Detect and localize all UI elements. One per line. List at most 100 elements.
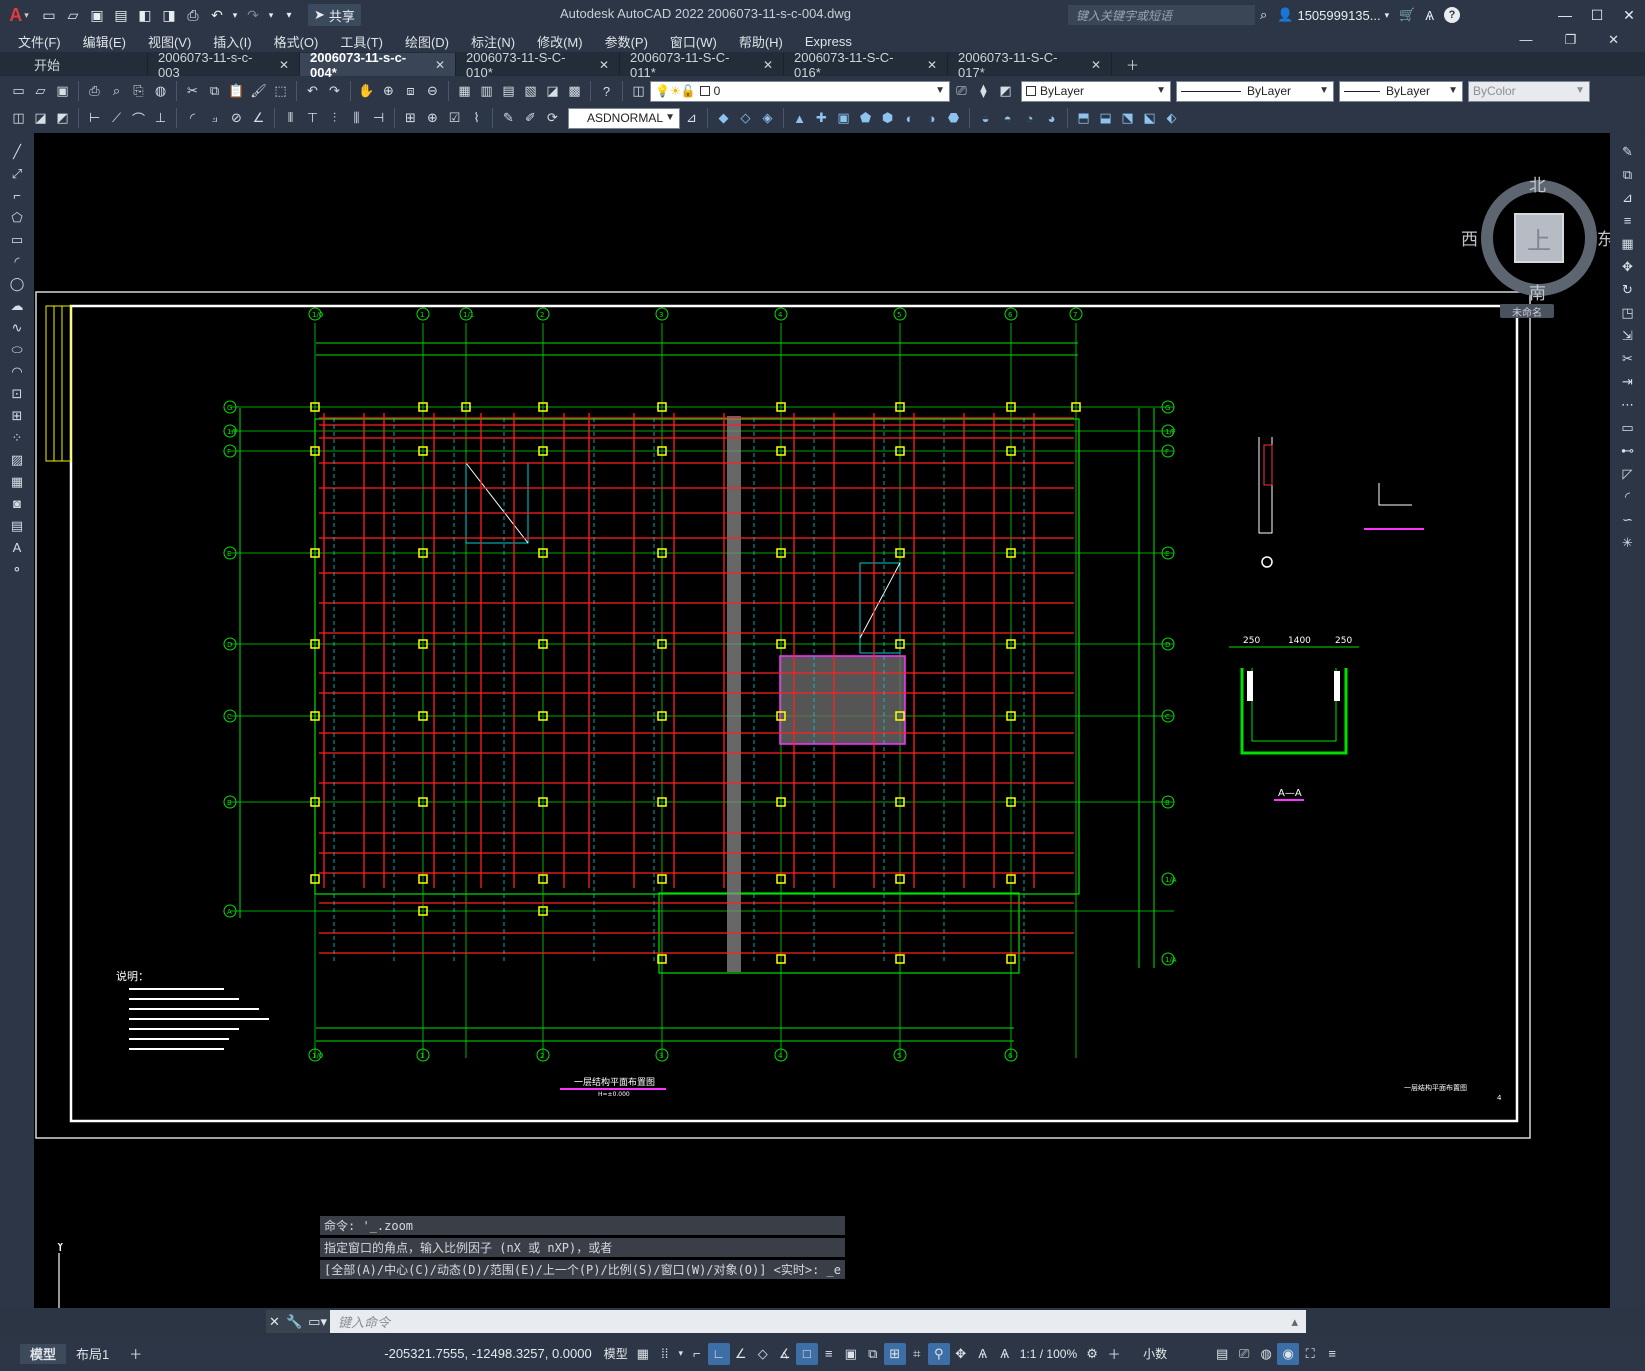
doc-minimize-icon[interactable]: —: [1519, 32, 1532, 48]
menu-file[interactable]: 文件(F): [18, 32, 61, 51]
selection-cycling-icon[interactable]: ⧉: [862, 1343, 884, 1365]
ordinate-dim-icon[interactable]: ⊥: [150, 108, 171, 129]
publish-icon[interactable]: ⎘: [128, 81, 149, 102]
linetype-dropdown[interactable]: ByLayer ▼: [1176, 80, 1334, 102]
continue-dim-icon[interactable]: ⫶: [324, 108, 345, 129]
chamfer-icon[interactable]: ◸: [1618, 465, 1638, 482]
mtext-icon[interactable]: A: [7, 539, 27, 556]
array-icon[interactable]: ▦: [1618, 235, 1638, 252]
move-icon[interactable]: ✥: [1618, 258, 1638, 275]
object-snap-tracking-icon[interactable]: ∡: [774, 1343, 796, 1365]
zoom-realtime-icon[interactable]: ⊕: [378, 81, 399, 102]
undo-icon[interactable]: ↶: [302, 81, 323, 102]
minimize-icon[interactable]: —: [1549, 0, 1581, 30]
fillet-icon[interactable]: ◜: [1618, 488, 1638, 505]
modify-icon[interactable]: ⬔: [1117, 108, 1138, 129]
dim-style-icon[interactable]: ⊿: [681, 108, 702, 129]
modify-icon[interactable]: ⬓: [1095, 108, 1116, 129]
customize-qat-icon[interactable]: ▾: [278, 4, 300, 26]
zoom-window-icon[interactable]: ⧈: [400, 81, 421, 102]
layer-properties-icon[interactable]: ◫: [628, 81, 649, 102]
clean-screen-icon[interactable]: ⛶: [1299, 1343, 1321, 1365]
viewcube-north[interactable]: 北: [1529, 171, 1546, 196]
help-icon[interactable]: ?: [596, 81, 617, 102]
user-account-button[interactable]: 👤 1505999135... ▾: [1277, 7, 1389, 23]
selection-filter-icon[interactable]: ⚲: [927, 1342, 950, 1365]
tab-start[interactable]: 开始: [0, 53, 148, 76]
undo-dropdown-icon[interactable]: ▾: [230, 4, 240, 26]
command-expand-icon[interactable]: ▴: [1291, 1314, 1306, 1330]
spline-icon[interactable]: ∿: [7, 319, 27, 336]
modify-icon[interactable]: ⬣: [943, 108, 964, 129]
units-dropdown[interactable]: 小数: [1139, 1345, 1171, 1362]
point-icon[interactable]: ⁘: [7, 429, 27, 446]
hatch-icon[interactable]: ▨: [7, 451, 27, 468]
radius-dim-icon[interactable]: ◜: [182, 108, 203, 129]
doc-restore-icon[interactable]: ❐: [1564, 32, 1576, 48]
plotstyle-dropdown[interactable]: ByColor ▼: [1468, 80, 1590, 102]
tab-file-003[interactable]: 2006073-11-s-c-003 ✕: [148, 50, 300, 80]
paste-icon[interactable]: 📋: [226, 81, 247, 102]
3d-object-snap-icon[interactable]: ⊞: [883, 1342, 906, 1365]
explode-icon[interactable]: ✳: [1618, 534, 1638, 551]
workspace-gear-icon[interactable]: ⚙: [1081, 1343, 1103, 1365]
tab-file-016[interactable]: 2006073-11-S-C-016* ✕: [784, 50, 948, 80]
menu-dimension[interactable]: 标注(N): [471, 32, 515, 51]
maximize-icon[interactable]: ☐: [1581, 0, 1613, 30]
design-center-icon[interactable]: ▥: [476, 81, 497, 102]
gradient-icon[interactable]: ▦: [7, 473, 27, 490]
save-as-icon[interactable]: ▤: [110, 4, 132, 26]
application-menu-button[interactable]: A ▾: [0, 0, 38, 30]
tab-file-017[interactable]: 2006073-11-S-C-017* ✕: [948, 50, 1112, 80]
color-dropdown[interactable]: ByLayer ▼: [1021, 80, 1171, 102]
modify-icon[interactable]: ⬖: [1161, 108, 1182, 129]
make-block-icon[interactable]: ⊞: [7, 407, 27, 424]
command-input[interactable]: 键入命令: [330, 1312, 1291, 1331]
tab-close-icon[interactable]: ✕: [763, 58, 773, 72]
tab-model[interactable]: 模型: [20, 1343, 67, 1364]
annotation-monitor-icon[interactable]: ＋: [1103, 1343, 1125, 1365]
dim-break-icon[interactable]: ⊣: [368, 108, 389, 129]
add-selected-icon[interactable]: ⚬: [7, 561, 27, 578]
construction-line-icon[interactable]: ⤢: [7, 165, 27, 182]
menu-format[interactable]: 格式(O): [274, 32, 319, 51]
drawing-canvas[interactable]: 1/0 1 1/1 2 3 4 5 6 7 1/0 1 2 3 4 5 6 G 1/F F E D C B A G 1/F F E D C…: [34, 133, 1610, 1308]
new-icon[interactable]: ▭: [8, 81, 29, 102]
join-icon[interactable]: ⊷: [1618, 442, 1638, 459]
trim-icon[interactable]: ✂: [1618, 350, 1638, 367]
viewcube-top-face[interactable]: 上: [1514, 213, 1564, 263]
polyline-icon[interactable]: ⌐: [7, 187, 27, 204]
plot-preview-icon[interactable]: ⌕: [106, 81, 127, 102]
tab-close-icon[interactable]: ✕: [435, 58, 445, 72]
tab-file-011[interactable]: 2006073-11-S-C-011* ✕: [620, 50, 784, 80]
blend-curves-icon[interactable]: ∽: [1618, 511, 1638, 528]
isolate-objects-icon[interactable]: ◍: [1255, 1343, 1277, 1365]
annotation-scale[interactable]: 1:1 / 100%: [1016, 1347, 1081, 1361]
undo-icon[interactable]: ↶: [206, 4, 228, 26]
lineweight-icon[interactable]: ≡: [818, 1343, 840, 1365]
redo-icon[interactable]: ↷: [242, 4, 264, 26]
menu-tools[interactable]: 工具(T): [340, 32, 383, 51]
inspect-icon[interactable]: ☑: [444, 108, 465, 129]
properties-icon[interactable]: ▦: [454, 81, 475, 102]
mirror-icon[interactable]: ⊿: [1618, 189, 1638, 206]
offset-icon[interactable]: ≡: [1618, 212, 1638, 229]
aligned-dim-icon[interactable]: ⟋: [106, 108, 127, 129]
modify-icon[interactable]: ◔: [1019, 108, 1040, 129]
polygon-icon[interactable]: ⬠: [7, 209, 27, 226]
rectangle-icon[interactable]: ▭: [7, 231, 27, 248]
quick-properties-icon[interactable]: ▤: [1211, 1343, 1233, 1365]
modify-icon[interactable]: ◑: [921, 108, 942, 129]
lineweight-dropdown[interactable]: ByLayer ▼: [1339, 80, 1463, 102]
tool-palettes-icon[interactable]: ▤: [498, 81, 519, 102]
pan-icon[interactable]: ✋: [356, 81, 377, 102]
modify-icon[interactable]: ◕: [1041, 108, 1062, 129]
dropdown-icon[interactable]: ▾: [676, 1343, 686, 1365]
dim-update-icon[interactable]: ⟳: [542, 108, 563, 129]
tab-file-010[interactable]: 2006073-11-S-C-010* ✕: [456, 50, 620, 80]
tool-icon[interactable]: ◪: [30, 108, 51, 129]
menu-express[interactable]: Express: [805, 34, 852, 49]
modify-icon[interactable]: ◐: [899, 108, 920, 129]
redo-icon[interactable]: ↷: [324, 81, 345, 102]
sheet-set-icon[interactable]: ▧: [520, 81, 541, 102]
